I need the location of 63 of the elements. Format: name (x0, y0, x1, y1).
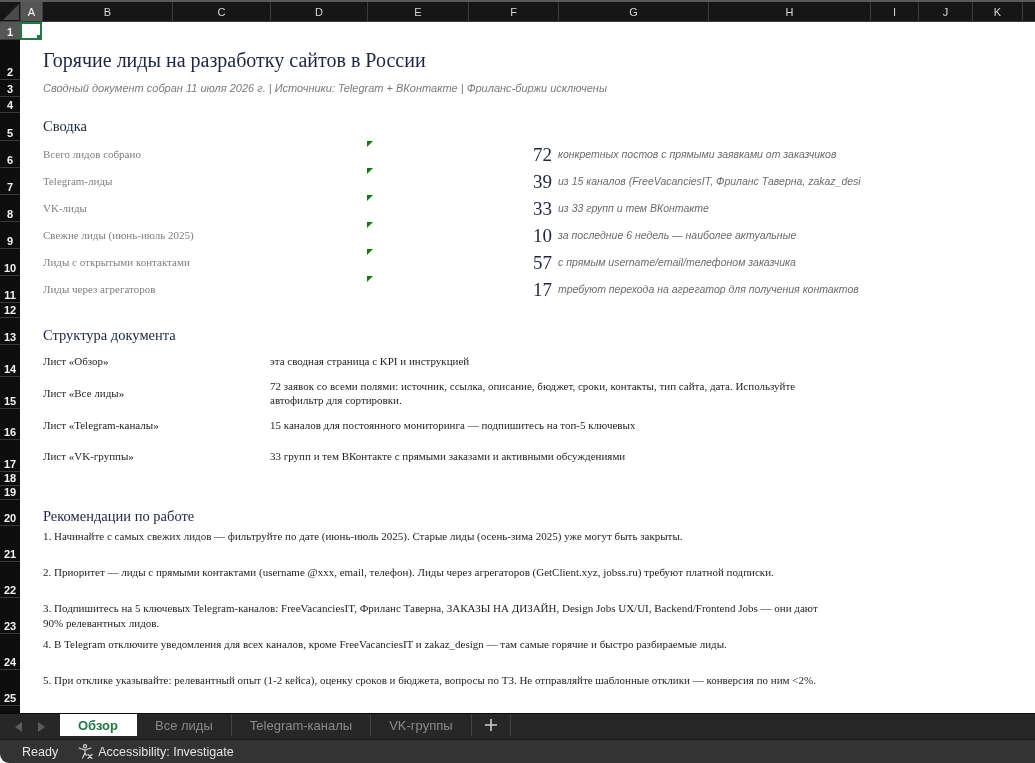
sheet-description: 72 заявок со всеми полями: источник, ссылка, описание, бюджет, сроки, контакты, тип сайта, дата. Используйте автофильтр для сортировки. (270, 379, 797, 407)
column-header[interactable]: K (972, 2, 1022, 21)
select-all-icon[interactable] (3, 4, 19, 20)
sheet-name: Лист «Все лиды» (42, 386, 126, 400)
section-heading: Структура документа (42, 326, 177, 345)
metric-note: из 33 групп и тем ВКонтакте (558, 202, 710, 215)
column-header[interactable]: J (918, 2, 972, 21)
sheet-description: 33 групп и тем ВКонтакте с прямыми заказами и активными обсуждениями (270, 449, 627, 463)
column-header[interactable]: E (367, 2, 468, 21)
column-header[interactable]: H (708, 2, 870, 21)
sheet-tab[interactable]: Обзор (60, 714, 137, 736)
sheet-name: Лист «Telegram-каналы» (42, 417, 160, 432)
metric-label: Telegram-лиды (42, 174, 114, 189)
column-header[interactable]: F (468, 2, 558, 21)
status-text: Ready (22, 744, 59, 759)
sheet-description: эта сводная страница с KPI и инструкцией (270, 354, 471, 368)
metric-note: с прямым username/email/телефоном заказчика (558, 256, 797, 269)
row-header[interactable]: 19 (0, 486, 20, 500)
column-header[interactable]: D (270, 2, 367, 21)
selected-cell[interactable] (20, 22, 42, 40)
section-heading: Рекомендации по работе (42, 507, 196, 526)
column-header[interactable]: B (42, 2, 172, 21)
plus-icon (484, 719, 497, 731)
metric-value: 57 (533, 253, 553, 272)
column-header[interactable]: C (172, 2, 270, 21)
row-header[interactable]: 18 (0, 472, 20, 486)
metric-value: 72 (533, 145, 553, 164)
sheet-name: Лист «VK-группы» (42, 449, 135, 463)
metric-label: Лиды с открытыми контактами (42, 255, 191, 270)
column-header[interactable]: G (558, 2, 708, 21)
sheet-tab[interactable]: Все лиды (137, 714, 232, 736)
row-header[interactable]: 12 (0, 303, 20, 318)
sheet-title: Горячие лиды на разработку сайтов в России (42, 48, 427, 72)
left-arrow-icon[interactable] (15, 721, 22, 732)
metric-note: требуют перехода на агрегатор для получения контактов (558, 283, 860, 296)
metric-note: за последние 6 недель — наиболее актуальные (558, 229, 798, 242)
sheet-tab[interactable]: VK-группы (371, 714, 472, 736)
metric-value: 10 (533, 226, 553, 245)
recommendation-text: 5. При отклике указывайте: релевантный опыт (1-2 кейса), оценку сроков и бюджета, вопросы по ТЗ. Не отправляйте шаблонные отклики — конверсия по ним <2%. (42, 673, 817, 688)
section-heading: Сводка (42, 118, 88, 136)
sheet-description: 15 каналов для постоянного мониторинга — подпишитесь на топ-5 ключевых (270, 417, 637, 432)
metric-value: 39 (533, 172, 553, 191)
metric-note: из 15 каналов (FreeVacanciesIT, Фриланс Таверна, zakaz_desi (558, 175, 862, 188)
metric-label: Свежие лиды (июнь-июль 2025) (42, 228, 195, 243)
metric-value: 17 (533, 280, 553, 299)
sheet-tab[interactable]: Telegram-каналы (231, 714, 372, 736)
column-header[interactable]: I (870, 2, 918, 21)
subtitle-text: Сводный документ собран 11 июля 2026 г. | Источники: Telegram + ВКонтакте | Фриланс-биржи исключены (42, 81, 608, 96)
metric-note: конкретных постов с прямыми заявками от заказчиков (558, 148, 838, 161)
recommendation-text: 3. Подпишитесь на 5 ключевых Telegram-каналов: FreeVacanciesIT, Фриланс Таверна, ЗАКАЗЫ НА ДИЗАЙН, Design Jobs UX/UI, Backend/Frontend Jobs — они дают 90% релевантных лидов. (42, 601, 819, 630)
metric-label: Всего лидов собрано (42, 147, 142, 162)
metric-value: 33 (533, 199, 553, 218)
metric-label: VK-лиды (42, 201, 88, 216)
accessibility-icon (78, 744, 94, 759)
row-header[interactable]: 1 (0, 22, 20, 40)
recommendation-text: 4. В Telegram отключите уведомления для всех каналов, кроме FreeVacanciesIT и zakaz_design — там самые горячие и быстро разбираемые лиды. (42, 637, 728, 652)
recommendation-text: 2. Приоритет — лиды с прямыми контактами (username @xxx, email, телефон). Лиды через агрегаторов (GetClient.xyz, jobss.ru) требуют платной подписки. (42, 565, 775, 580)
sheet-name: Лист «Обзор» (42, 354, 110, 368)
accessibility-button[interactable]: Accessibility: Investigate (78, 744, 234, 759)
column-header[interactable]: A (20, 2, 42, 21)
recommendation-text: 1. Начинайте с самых свежих лидов — фильтруйте по дате (июнь-июль 2025). Старые лиды (осень-зима 2025) уже могут быть закрыты. (42, 529, 684, 544)
metric-label: Лиды через агрегаторов (42, 282, 157, 297)
right-arrow-icon[interactable] (38, 721, 45, 732)
